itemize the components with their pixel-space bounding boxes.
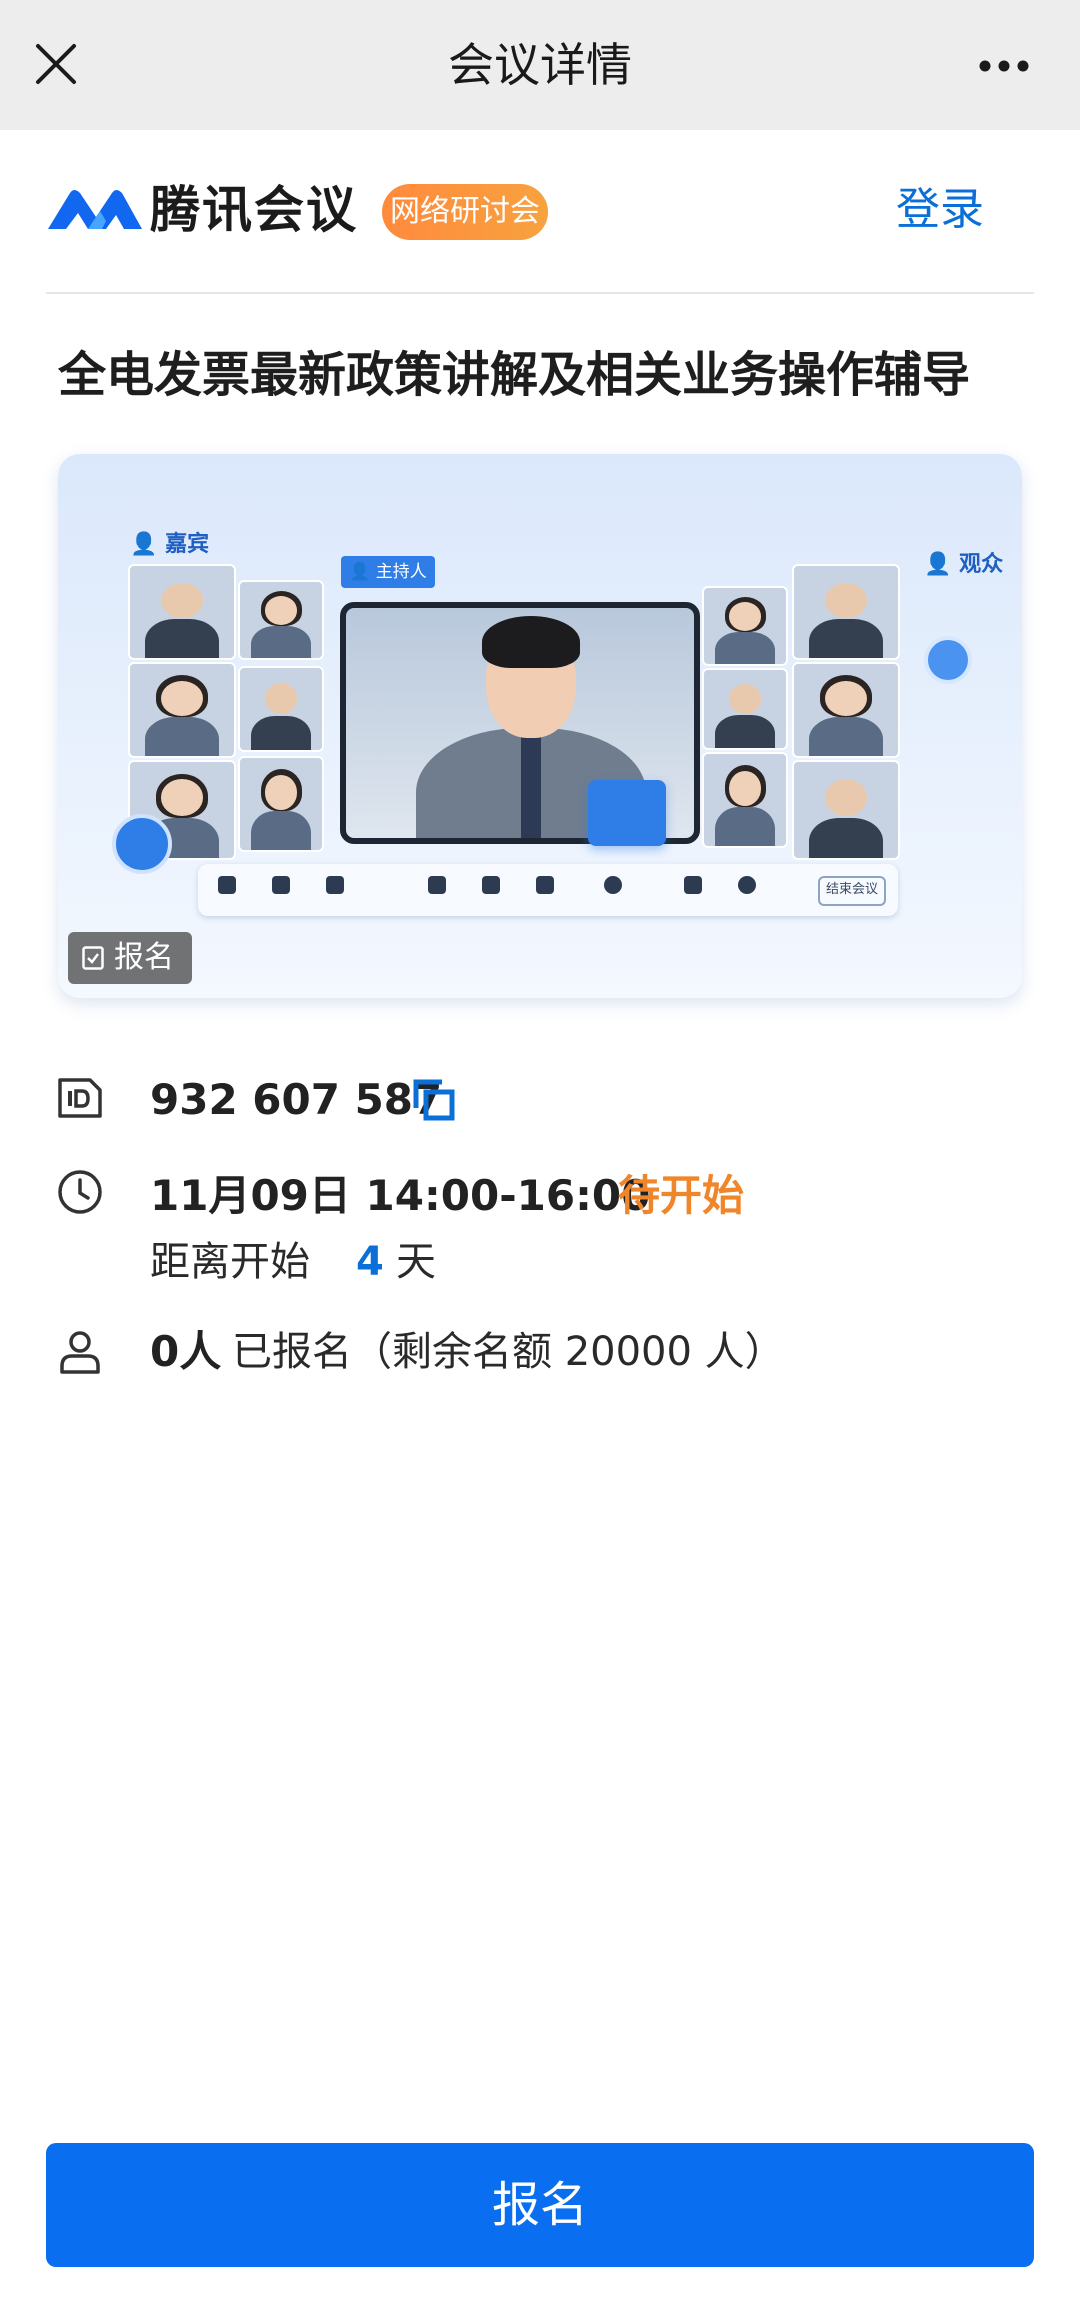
audience-tile <box>702 586 788 666</box>
meeting-id-icon <box>58 1078 102 1118</box>
manage-members-card <box>588 780 666 846</box>
person-icon <box>60 1331 100 1374</box>
webinar-tag: 网络研讨会 <box>382 184 548 240</box>
countdown-days: 4 <box>356 1239 384 1285</box>
more-icon[interactable] <box>978 56 1030 76</box>
end-meeting-label: 结束会议 <box>818 876 886 906</box>
signup-chip: 报名 <box>68 932 192 984</box>
signup-form-icon <box>82 946 104 970</box>
meeting-banner: 👤 嘉宾 👤 观众 👤 主持人 结束会议 报名 <box>58 454 1022 998</box>
audience-label: 👤 观众 <box>924 552 1004 577</box>
registered-count: 0人 <box>150 1327 222 1376</box>
guest-tile <box>238 756 324 852</box>
meeting-title: 全电发票最新政策讲解及相关业务操作辅导 <box>58 347 971 403</box>
copy-icon[interactable] <box>412 1078 456 1122</box>
countdown-unit: 天 <box>396 1239 436 1285</box>
meeting-id: 932 607 587 <box>150 1075 443 1124</box>
audience-tile <box>792 760 900 860</box>
brand-name: 腾讯会议 <box>150 181 358 239</box>
audience-tile <box>792 564 900 660</box>
divider <box>46 292 1034 294</box>
raise-hand-icon <box>924 636 972 684</box>
audience-tile <box>702 668 788 750</box>
guest-tile <box>238 580 324 660</box>
meeting-status: 待开始 <box>618 1171 745 1220</box>
guest-tile <box>128 564 236 660</box>
meeting-time: 11月09日 14:00-16:00 <box>150 1171 651 1220</box>
top-nav-bar: 会议详情 <box>0 0 1080 130</box>
tencent-meeting-logo <box>48 190 142 229</box>
countdown-prefix: 距离开始 <box>150 1239 310 1285</box>
audience-tile <box>792 662 900 758</box>
signup-chip-label: 报名 <box>114 940 174 975</box>
registered-text: 已报名（剩余名额 20000 人） <box>232 1329 785 1375</box>
page-title: 会议详情 <box>448 38 632 92</box>
guest-tile <box>128 662 236 758</box>
guest-tile <box>238 666 324 752</box>
login-link[interactable]: 登录 <box>896 178 984 242</box>
guest-label: 👤 嘉宾 <box>130 532 210 557</box>
signup-button[interactable]: 报名 <box>46 2143 1034 2267</box>
audience-tile <box>702 752 788 848</box>
meeting-toolbar-illustration: 结束会议 <box>198 864 898 916</box>
host-badge: 👤 主持人 <box>341 556 435 588</box>
clock-icon <box>58 1170 102 1214</box>
help-bubble-icon <box>112 814 172 874</box>
